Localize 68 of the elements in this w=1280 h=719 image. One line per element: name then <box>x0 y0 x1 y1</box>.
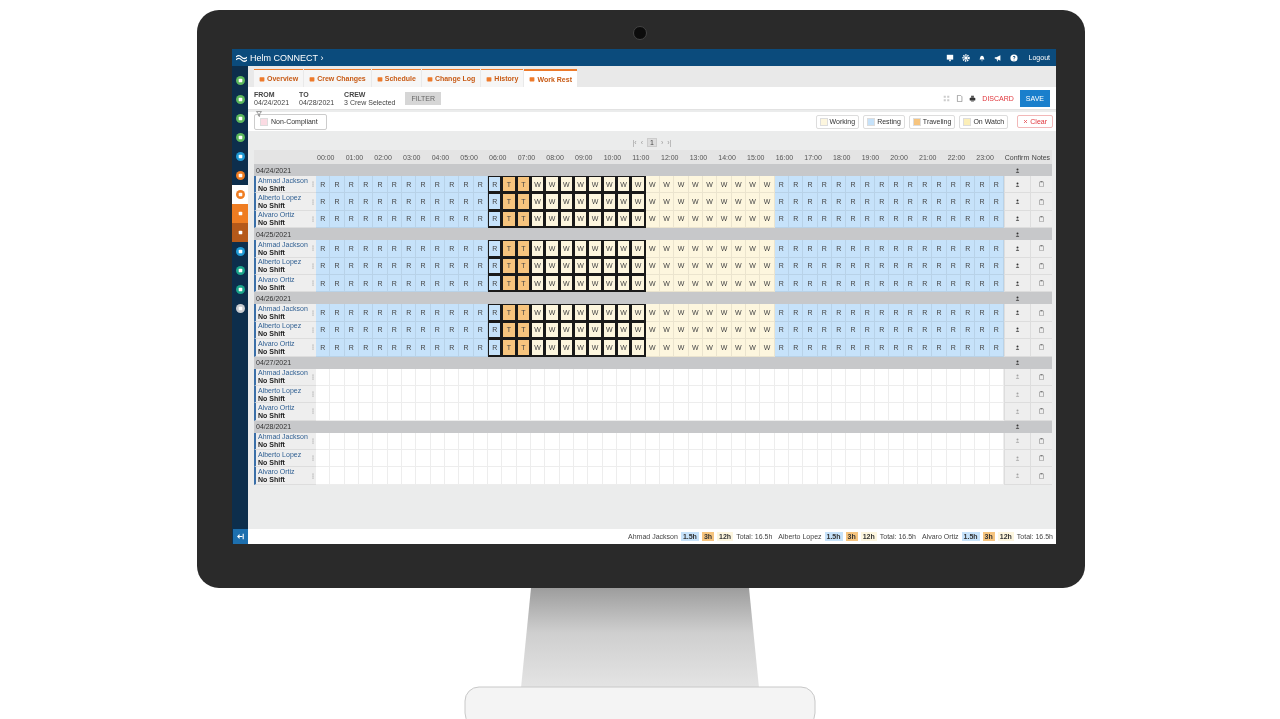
person-icon[interactable] <box>1014 424 1020 430</box>
person-icon[interactable] <box>1015 310 1020 316</box>
page-icon <box>376 75 383 82</box>
clipboard-icon[interactable] <box>1039 280 1044 287</box>
hour-slot[interactable] <box>932 403 947 421</box>
person-icon[interactable] <box>1015 199 1020 205</box>
hour-slot[interactable] <box>316 403 331 421</box>
clipboard-icon[interactable] <box>1039 198 1044 205</box>
grid-icon[interactable] <box>943 94 951 102</box>
person-icon[interactable] <box>1015 216 1020 222</box>
settings-icon[interactable] <box>961 53 970 62</box>
person-icon[interactable] <box>1014 167 1020 173</box>
hour-slot[interactable] <box>502 403 517 421</box>
printer-icon[interactable] <box>969 94 977 102</box>
hour-slot[interactable] <box>975 403 990 421</box>
collapse-icon[interactable] <box>232 529 248 544</box>
person-icon[interactable] <box>1015 344 1020 350</box>
hour-slot[interactable] <box>846 403 861 421</box>
clipboard-icon[interactable] <box>1039 344 1044 351</box>
megaphone-icon[interactable] <box>993 53 1002 62</box>
hour-slot[interactable] <box>631 403 646 421</box>
hour-slot[interactable] <box>373 403 388 421</box>
hour-slot[interactable] <box>674 403 689 421</box>
hour-slot[interactable] <box>588 403 603 421</box>
clipboard-icon[interactable] <box>1039 373 1044 380</box>
person-icon[interactable] <box>1014 295 1020 301</box>
clipboard-icon[interactable] <box>1039 245 1044 252</box>
person-icon[interactable] <box>1015 181 1020 187</box>
clipboard-icon[interactable] <box>1039 309 1044 316</box>
person-icon[interactable] <box>1015 280 1020 286</box>
page-icon <box>426 75 433 82</box>
page-icon <box>486 75 493 82</box>
camera-lens <box>633 26 647 40</box>
hour-slot[interactable] <box>330 403 345 421</box>
hour-slot[interactable] <box>316 467 331 485</box>
clipboard-icon[interactable] <box>1039 215 1044 222</box>
brand-name: Helm CONNECT › <box>250 52 324 63</box>
clipboard-icon[interactable] <box>1039 391 1044 398</box>
clipboard-icon[interactable] <box>1039 262 1044 269</box>
clipboard-icon[interactable] <box>1039 472 1044 479</box>
hour-slot[interactable] <box>316 450 331 468</box>
logo-icon <box>236 53 247 62</box>
person-icon[interactable] <box>1015 263 1020 269</box>
hour-slot[interactable] <box>717 403 732 421</box>
hour-slot[interactable] <box>416 403 431 421</box>
hour-slot[interactable] <box>803 403 818 421</box>
person-icon[interactable] <box>1015 245 1020 251</box>
person-icon[interactable] <box>1014 360 1020 365</box>
page-icon <box>309 75 316 82</box>
color-swatch <box>260 117 268 126</box>
clipboard-icon[interactable] <box>1039 408 1044 415</box>
person-icon[interactable] <box>1015 327 1020 333</box>
document-icon[interactable] <box>956 94 964 102</box>
hour-slot[interactable] <box>889 403 904 421</box>
monitor-icon[interactable] <box>945 53 954 62</box>
bell-icon[interactable] <box>977 53 986 62</box>
clipboard-icon[interactable] <box>1039 437 1044 444</box>
hour-slot[interactable] <box>545 403 560 421</box>
hour-slot[interactable] <box>760 403 775 421</box>
help-icon[interactable] <box>1009 53 1018 62</box>
page-icon <box>259 75 265 82</box>
clipboard-icon[interactable] <box>1039 326 1044 333</box>
clipboard-icon[interactable] <box>1039 181 1044 188</box>
person-icon[interactable] <box>1014 231 1020 237</box>
page-icon <box>529 76 536 82</box>
hour-slot[interactable] <box>459 403 474 421</box>
close-icon <box>1023 119 1029 124</box>
clipboard-icon[interactable] <box>1039 455 1044 462</box>
